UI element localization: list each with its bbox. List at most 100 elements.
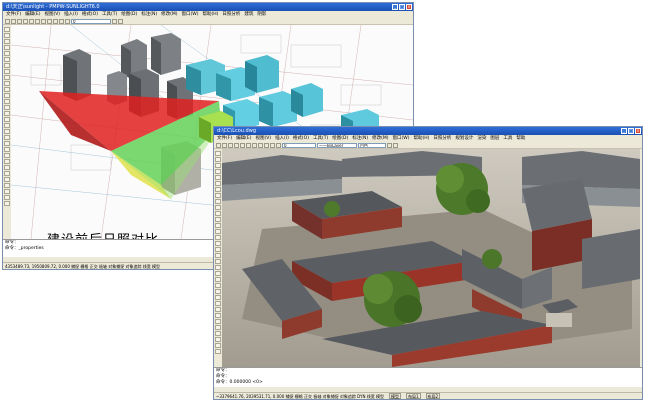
draw-tool-icon[interactable]	[215, 181, 221, 186]
paste-icon[interactable]	[252, 142, 257, 148]
draw-tool-icon[interactable]	[215, 211, 221, 216]
draw-tool-icon[interactable]	[215, 241, 221, 246]
new-icon[interactable]	[5, 18, 10, 24]
cut-icon[interactable]	[29, 18, 34, 24]
window_a-menu-item[interactable]: 窗口(W)	[182, 11, 199, 18]
layout1-tab[interactable]: 布局1	[405, 393, 421, 399]
draw-tool-icon[interactable]	[4, 195, 10, 200]
properties-icon[interactable]	[118, 18, 123, 24]
maximize-button[interactable]: □	[628, 128, 634, 134]
draw-tool-icon[interactable]	[215, 277, 221, 282]
print-icon[interactable]	[234, 142, 239, 148]
paste-icon[interactable]	[41, 18, 46, 24]
cut-icon[interactable]	[240, 142, 245, 148]
window_a-menu-item[interactable]: 日照分析	[222, 11, 240, 18]
draw-tool-icon[interactable]	[4, 183, 10, 188]
window_b-menu-item[interactable]: 工具(T)	[313, 135, 328, 142]
window_b-menu-item[interactable]: 格式(O)	[293, 135, 309, 142]
draw-tool-icon[interactable]	[215, 343, 221, 348]
draw-tool-icon[interactable]	[4, 51, 10, 56]
draw-tool-icon[interactable]	[215, 199, 221, 204]
draw-tool-icon[interactable]	[4, 201, 10, 206]
window_b-menu-item[interactable]: 绘图(D)	[332, 135, 348, 142]
light-icon[interactable]	[393, 142, 398, 148]
window_a-menu-item[interactable]: 格式(O)	[82, 11, 98, 18]
window_b-menu-item[interactable]: 窗口(W)	[393, 135, 410, 142]
window_a-menu-item[interactable]: 修改(M)	[161, 11, 177, 18]
draw-tool-icon[interactable]	[4, 39, 10, 44]
draw-tool-icon[interactable]	[4, 171, 10, 176]
draw-tool-icon[interactable]	[215, 223, 221, 228]
draw-tool-icon[interactable]	[215, 163, 221, 168]
draw-tool-icon[interactable]	[215, 175, 221, 180]
zoom-icon[interactable]	[270, 142, 275, 148]
draw-tool-icon[interactable]	[215, 259, 221, 264]
draw-tool-icon[interactable]	[4, 27, 10, 32]
window_b-menu-item[interactable]: 图层	[490, 135, 499, 142]
draw-tool-icon[interactable]	[4, 117, 10, 122]
draw-tool-icon[interactable]	[215, 289, 221, 294]
maximize-button[interactable]: □	[399, 4, 405, 10]
draw-tool-icon[interactable]	[215, 187, 221, 192]
draw-tool-icon[interactable]	[215, 235, 221, 240]
draw-tool-icon[interactable]	[4, 99, 10, 104]
window_b-menu-item[interactable]: 规划设计	[455, 135, 473, 142]
redo-icon[interactable]	[53, 18, 58, 24]
window_a-menu-item[interactable]: 标注(N)	[141, 11, 157, 18]
draw-tool-icon[interactable]	[215, 265, 221, 270]
draw-tool-icon[interactable]	[4, 141, 10, 146]
window_a-menu-item[interactable]: 插入(I)	[64, 11, 78, 18]
draw-tool-icon[interactable]	[4, 81, 10, 86]
draw-tool-icon[interactable]	[215, 169, 221, 174]
window_b-menu-item[interactable]: 标注(N)	[352, 135, 368, 142]
draw-tool-icon[interactable]	[215, 205, 221, 210]
draw-tool-icon[interactable]	[215, 313, 221, 318]
window_b-menu-item[interactable]: 插入(I)	[275, 135, 289, 142]
window_a-menu-item[interactable]: 绘图(D)	[121, 11, 137, 18]
draw-tool-icon[interactable]	[215, 283, 221, 288]
draw-tool-icon[interactable]	[4, 153, 10, 158]
pan-icon[interactable]	[59, 18, 64, 24]
draw-tool-icon[interactable]	[4, 177, 10, 182]
window_b-menu-item[interactable]: 视图(V)	[255, 135, 271, 142]
print-icon[interactable]	[23, 18, 28, 24]
draw-tool-icon[interactable]	[215, 301, 221, 306]
close-button[interactable]: ×	[406, 4, 412, 10]
model-tab[interactable]: 模型	[388, 393, 401, 399]
open-icon[interactable]	[222, 142, 227, 148]
draw-tool-icon[interactable]	[215, 151, 221, 156]
draw-tool-icon[interactable]	[4, 147, 10, 152]
orbit-icon[interactable]	[276, 142, 281, 148]
draw-tool-icon[interactable]	[215, 295, 221, 300]
color-select[interactable]: 白色	[358, 142, 386, 148]
draw-tool-icon[interactable]	[215, 193, 221, 198]
draw-tool-icon[interactable]	[215, 229, 221, 234]
draw-tool-icon[interactable]	[215, 325, 221, 330]
window_a-menu-item[interactable]: 帮助(H)	[202, 11, 218, 18]
draw-tool-icon[interactable]	[215, 271, 221, 276]
draw-tool-icon[interactable]	[4, 33, 10, 38]
window_b-menu-item[interactable]: 日照分析	[433, 135, 451, 142]
draw-tool-icon[interactable]	[215, 349, 221, 354]
open-icon[interactable]	[11, 18, 16, 24]
window_a-menu-item[interactable]: 视图(V)	[44, 11, 60, 18]
undo-icon[interactable]	[47, 18, 52, 24]
window_a-menu-item[interactable]: 建筑	[244, 11, 253, 18]
command-line[interactable]: 命令： 命令： 命令：0.000000 <0>	[214, 367, 642, 387]
render-viewport[interactable]	[222, 149, 640, 367]
draw-tool-icon[interactable]	[4, 135, 10, 140]
redo-icon[interactable]	[264, 142, 269, 148]
draw-tool-icon[interactable]	[4, 111, 10, 116]
window_b-menu-item[interactable]: 帮助	[516, 135, 525, 142]
draw-tool-icon[interactable]	[4, 165, 10, 170]
draw-tool-icon[interactable]	[4, 63, 10, 68]
draw-tool-icon[interactable]	[4, 75, 10, 80]
draw-tool-icon[interactable]	[4, 123, 10, 128]
draw-tool-icon[interactable]	[4, 105, 10, 110]
draw-tool-icon[interactable]	[215, 319, 221, 324]
zoom-icon[interactable]	[65, 18, 70, 24]
draw-tool-icon[interactable]	[4, 159, 10, 164]
draw-tool-icon[interactable]	[215, 337, 221, 342]
window_b-menu-item[interactable]: 修改(M)	[372, 135, 388, 142]
minimize-button[interactable]: _	[392, 4, 398, 10]
